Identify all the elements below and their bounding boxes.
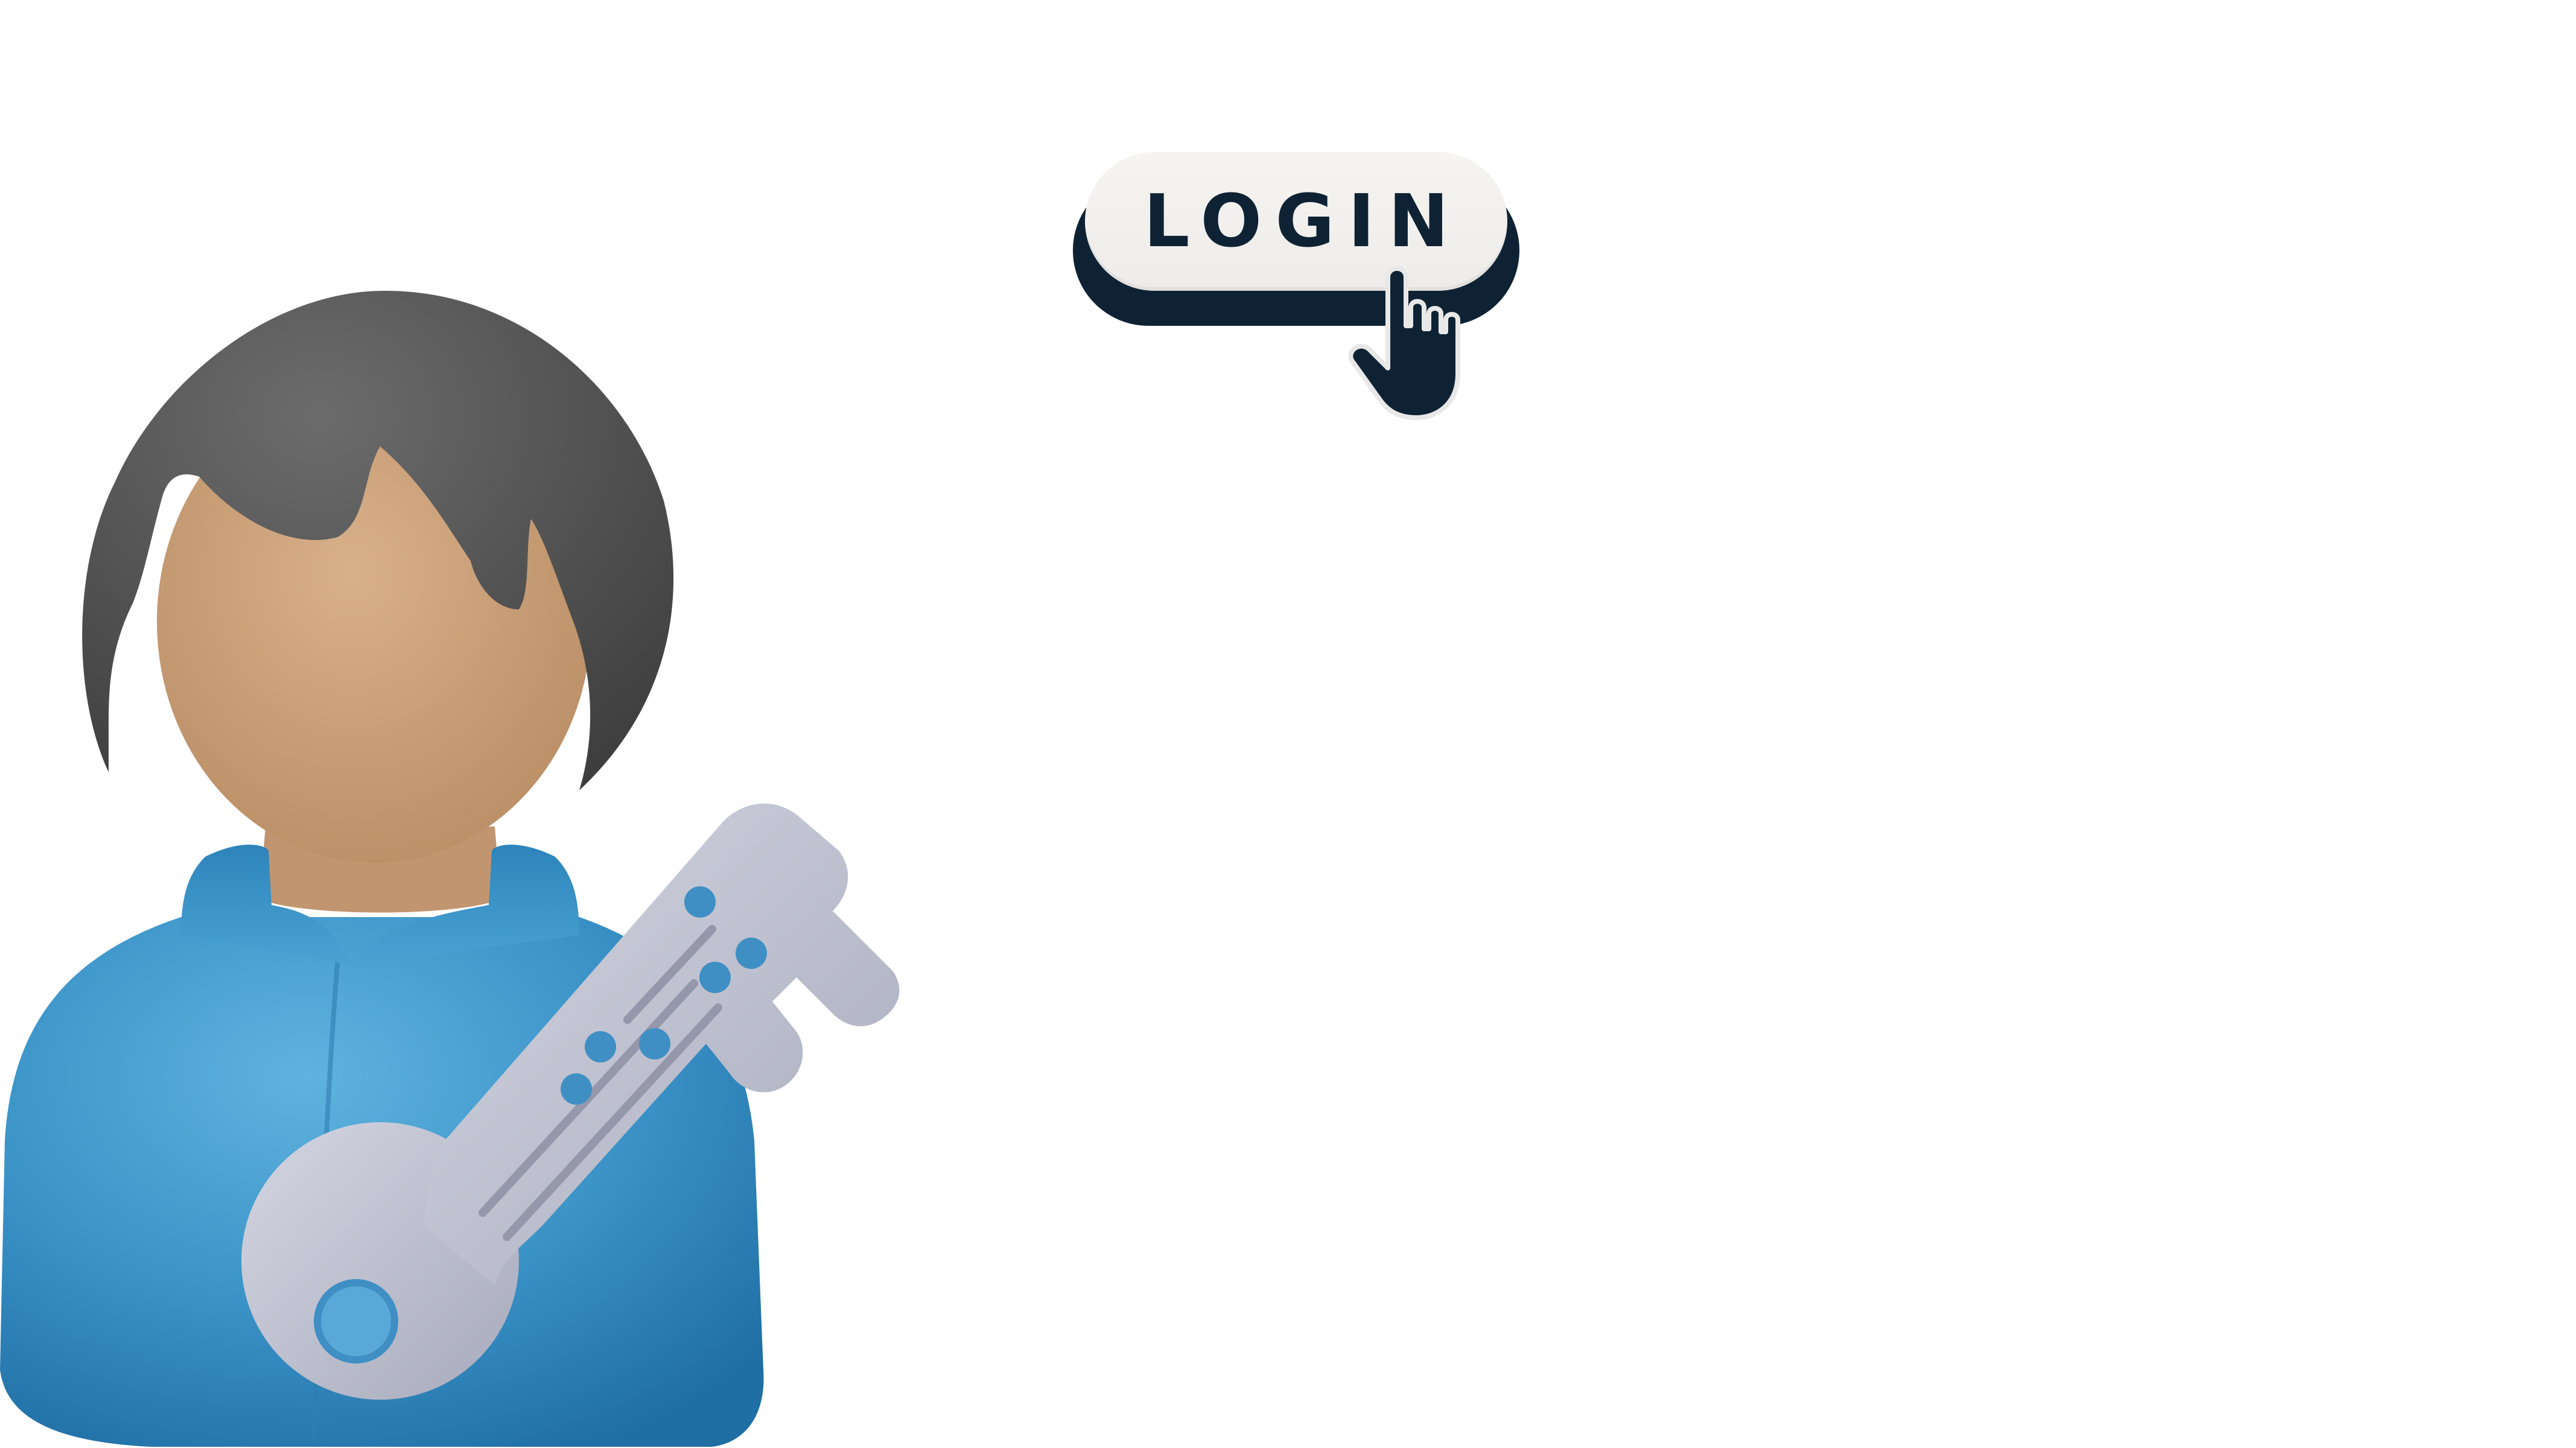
login-button-label: LOGIN	[1143, 179, 1462, 264]
canvas: LOGIN	[0, 0, 2576, 1448]
hand-pointer-icon	[1348, 266, 1460, 421]
user-avatar-icon	[0, 290, 900, 1447]
login-button-group: LOGIN	[1062, 139, 1533, 421]
